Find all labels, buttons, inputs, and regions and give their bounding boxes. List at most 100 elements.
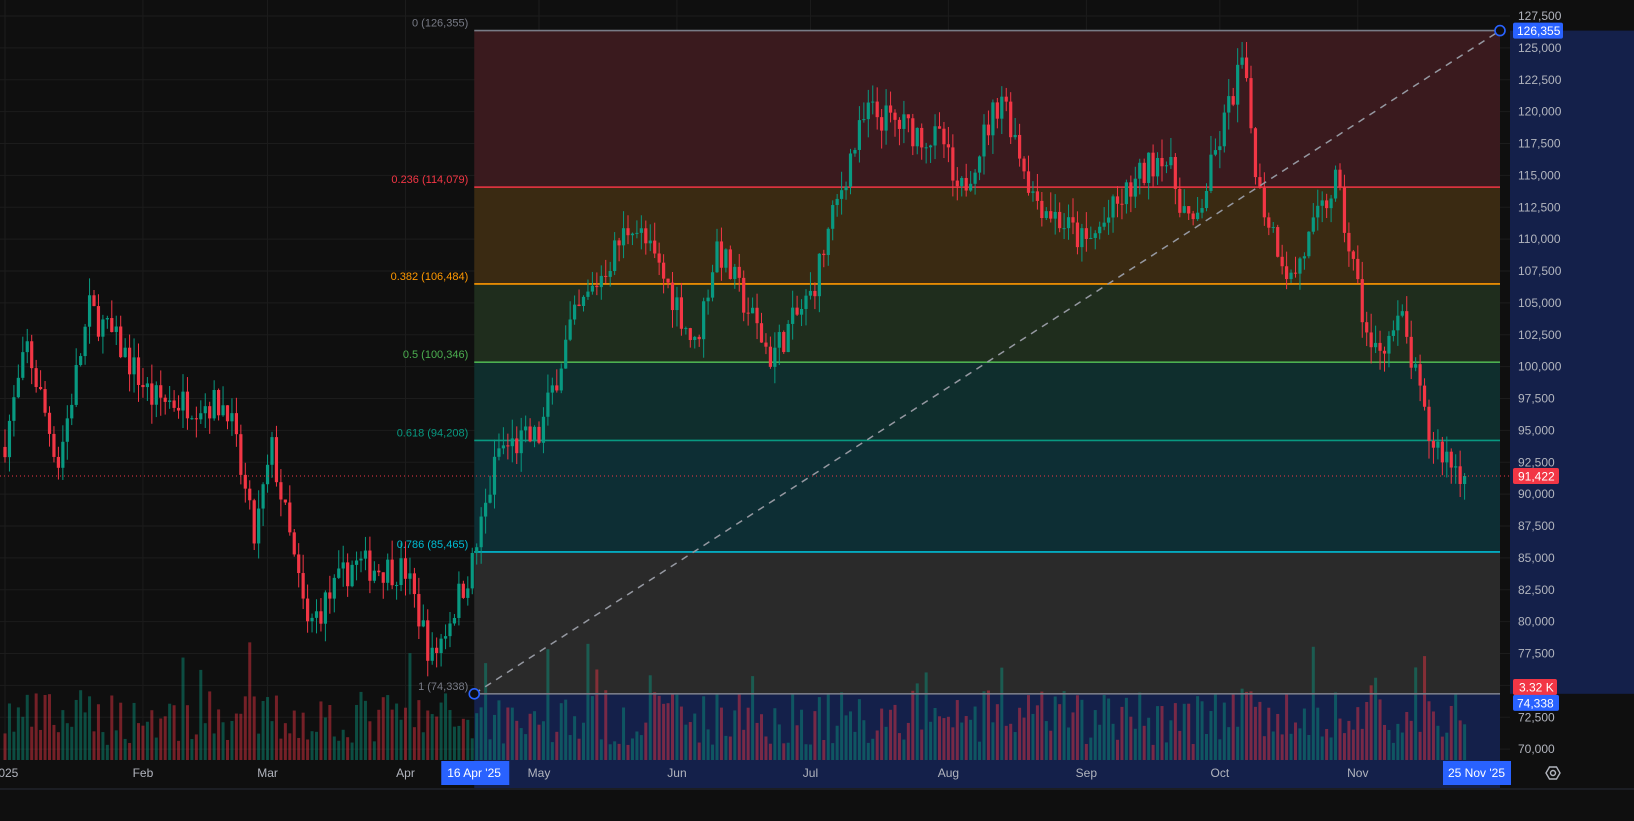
volume-bar bbox=[724, 735, 728, 760]
price-tick-label: 107,500 bbox=[1518, 264, 1562, 278]
candle-body bbox=[604, 275, 608, 277]
fib-start-handle[interactable] bbox=[468, 688, 481, 700]
volume-bar bbox=[470, 738, 474, 760]
volume-bar bbox=[662, 703, 666, 760]
volume-bar bbox=[768, 743, 772, 760]
volume-bar bbox=[991, 722, 995, 760]
candle-body bbox=[199, 413, 203, 420]
fib-band bbox=[474, 362, 1500, 441]
candle-body bbox=[524, 426, 528, 431]
volume-bar bbox=[813, 711, 817, 760]
volume-bar bbox=[920, 729, 924, 760]
volume-bar bbox=[617, 743, 621, 760]
candle-body bbox=[1111, 196, 1115, 218]
candle-body bbox=[964, 177, 968, 191]
candle-body bbox=[297, 554, 301, 574]
candle-body bbox=[1236, 64, 1240, 105]
volume-bar bbox=[177, 740, 181, 760]
candle-body bbox=[185, 391, 190, 419]
candle-body bbox=[368, 550, 372, 581]
volume-bar bbox=[946, 716, 950, 760]
candle-body bbox=[1062, 228, 1066, 230]
candle-body bbox=[105, 318, 109, 320]
candle-body bbox=[804, 295, 808, 309]
candle-body bbox=[875, 101, 879, 118]
volume-bar bbox=[1374, 677, 1378, 760]
volume-bar bbox=[359, 691, 363, 760]
candle-body bbox=[110, 318, 114, 333]
candle bbox=[786, 320, 790, 353]
volume-bar bbox=[283, 723, 287, 760]
candle-body bbox=[786, 323, 790, 353]
price-axis[interactable]: 70,00072,50075,00077,50080,00082,50085,0… bbox=[1510, 0, 1634, 760]
candle-body bbox=[74, 365, 78, 405]
candle-body bbox=[1200, 208, 1204, 213]
candle-body bbox=[1333, 169, 1338, 199]
volume-bar bbox=[1196, 696, 1200, 760]
volume-bar bbox=[550, 742, 554, 760]
volume-bar bbox=[185, 705, 189, 760]
candle-body bbox=[1414, 364, 1418, 368]
date-tag-start: 16 Apr '25 bbox=[441, 761, 510, 785]
candle-body bbox=[1316, 205, 1320, 218]
price-tick-label: 115,000 bbox=[1518, 168, 1561, 182]
price-tick-label: 90,000 bbox=[1518, 487, 1555, 501]
candle-body bbox=[119, 326, 123, 358]
volume-bar bbox=[7, 703, 11, 760]
volume-bar bbox=[688, 722, 692, 760]
volume-bar bbox=[697, 742, 701, 760]
fib-end-handle[interactable] bbox=[1494, 24, 1506, 37]
volume-bar bbox=[497, 700, 501, 760]
volume-bar bbox=[613, 741, 617, 760]
candle-body bbox=[408, 573, 412, 579]
volume-bar bbox=[1298, 728, 1302, 760]
volume-bar bbox=[488, 739, 492, 760]
fib-band bbox=[474, 551, 1500, 694]
volume-bar bbox=[822, 739, 826, 760]
volume-bar bbox=[1249, 691, 1253, 760]
volume-bar bbox=[1253, 706, 1257, 760]
candle-body bbox=[439, 638, 443, 654]
time-axis[interactable]: 2025 Feb Mar Apr May Jun Jul Aug Sep Oct Nov 16 Ap… bbox=[0, 760, 1634, 821]
fib-label: 1 (74,338) bbox=[418, 681, 468, 693]
volume-bar bbox=[1409, 720, 1413, 760]
candle-body bbox=[577, 304, 581, 307]
volume-bar bbox=[65, 723, 69, 760]
volume-bar bbox=[1245, 691, 1249, 760]
time-tick-label: Sep bbox=[1076, 766, 1098, 780]
volume-bar bbox=[435, 716, 439, 760]
candle-body bbox=[1244, 57, 1249, 79]
price-chart[interactable]: 0 (126,355) 0.236 (114,079) 0.382 (106,484… bbox=[0, 0, 1634, 821]
candle-body bbox=[426, 620, 430, 661]
candle-body bbox=[969, 183, 973, 191]
volume-bar bbox=[835, 725, 839, 760]
candle-body bbox=[83, 326, 87, 357]
volume-bar bbox=[43, 695, 47, 760]
volume-bar bbox=[1009, 723, 1013, 760]
candle-body bbox=[1378, 342, 1382, 351]
candle-body bbox=[435, 647, 439, 654]
volume-bar bbox=[12, 731, 16, 760]
volume-bar bbox=[1427, 701, 1431, 760]
volume-bar bbox=[110, 695, 114, 760]
candle-body bbox=[363, 550, 368, 559]
volume-bar bbox=[559, 703, 563, 760]
volume-bar bbox=[1035, 705, 1039, 760]
volume-bar bbox=[168, 703, 172, 760]
time-tick-label: Oct bbox=[1211, 766, 1230, 780]
candle bbox=[728, 245, 732, 280]
volume-bar bbox=[444, 693, 448, 760]
volume-bar bbox=[190, 739, 194, 760]
candle-body bbox=[1222, 112, 1226, 147]
volume-bar bbox=[573, 716, 577, 760]
candle-body bbox=[484, 502, 488, 517]
volume-bar bbox=[88, 696, 92, 760]
fib-label: 0.618 (94,208) bbox=[397, 427, 469, 439]
volume-bar bbox=[595, 669, 599, 760]
candle-body bbox=[52, 433, 56, 457]
volume-bar bbox=[56, 732, 60, 760]
candle-body bbox=[880, 117, 884, 131]
price-tick-label: 102,500 bbox=[1518, 328, 1562, 342]
candle-body bbox=[399, 558, 403, 586]
volume-bar bbox=[181, 657, 185, 760]
